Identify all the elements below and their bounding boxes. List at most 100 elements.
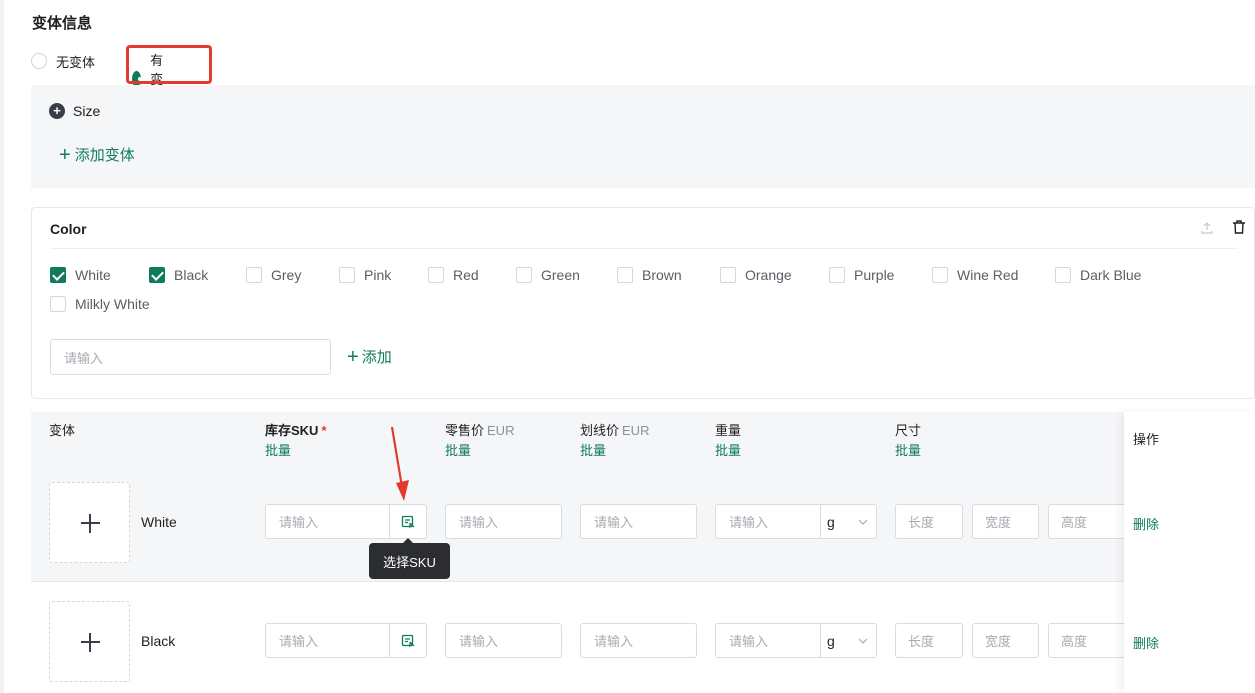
header-weight-text: 重量: [715, 423, 742, 438]
variant-name: White: [141, 514, 177, 530]
checkbox-label: Black: [174, 267, 209, 283]
table-row: White 请输入 请输入 请输入 请输入 g 长度 宽度 高度: [31, 462, 1255, 582]
batch-strike-button[interactable]: 批量: [580, 440, 606, 459]
checkbox-label: Brown: [642, 267, 682, 283]
sku-input-group: 请输入: [265, 504, 427, 539]
batch-weight-button[interactable]: 批量: [715, 440, 741, 459]
checkbox-label: Milkly White: [75, 296, 150, 312]
sku-input[interactable]: 请输入: [266, 624, 390, 657]
checkbox-wine-red[interactable]: Wine Red: [932, 267, 1018, 283]
header-sku-text: 库存SKU: [265, 423, 319, 438]
add-color-button[interactable]: + 添加: [347, 346, 392, 367]
table-row: Black 请输入 请输入 请输入 请输入 g 长度 宽度 高度: [31, 582, 1255, 693]
upload-image-button[interactable]: [49, 482, 130, 563]
currency-label: EUR: [487, 423, 515, 438]
upload-icon[interactable]: [1200, 221, 1214, 235]
weight-unit-select[interactable]: g: [821, 624, 876, 657]
weight-unit-value: g: [827, 632, 835, 649]
checkbox-box-checked: [149, 267, 165, 283]
color-group-name: Color: [50, 221, 87, 237]
left-edge-bar: [0, 0, 4, 693]
checkbox-red[interactable]: Red: [428, 267, 479, 283]
width-input[interactable]: 宽度: [972, 623, 1039, 658]
sku-input[interactable]: 请输入: [266, 505, 390, 538]
add-color-label: 添加: [361, 349, 392, 366]
section-title: 变体信息: [32, 15, 93, 32]
checkbox-label: White: [75, 267, 111, 283]
checkbox-box: [932, 267, 948, 283]
batch-sku-button[interactable]: 批量: [265, 440, 291, 459]
checkbox-white[interactable]: White: [50, 267, 111, 283]
checkbox-pink[interactable]: Pink: [339, 267, 391, 283]
checkbox-label: Orange: [745, 267, 792, 283]
upload-image-button[interactable]: [49, 601, 130, 682]
checkbox-box-checked: [50, 267, 66, 283]
select-sku-button[interactable]: [390, 624, 426, 657]
checkbox-milkly-white[interactable]: Milkly White: [50, 296, 150, 312]
length-input[interactable]: 长度: [895, 504, 963, 539]
checkbox-box: [1055, 267, 1071, 283]
radio-circle: [31, 53, 47, 69]
plus-icon: +: [347, 345, 359, 368]
header-size-text: 尺寸: [895, 423, 922, 438]
batch-size-button[interactable]: 批量: [895, 440, 921, 459]
checkbox-black[interactable]: Black: [149, 267, 208, 283]
retail-price-input[interactable]: 请输入: [445, 623, 562, 658]
checkbox-label: Pink: [364, 267, 392, 283]
checkbox-label: Dark Blue: [1080, 267, 1142, 283]
delete-row-button[interactable]: 删除: [1133, 514, 1159, 533]
variant-mode-radio-group: 无变体 有变体: [31, 50, 163, 106]
width-input[interactable]: 宽度: [972, 504, 1039, 539]
plus-icon: +: [59, 143, 71, 166]
radio-no-variant[interactable]: 无变体: [31, 52, 95, 71]
size-group-name: Size: [73, 103, 101, 119]
header-retail-price: 零售价 EUR: [445, 420, 514, 439]
checkbox-purple[interactable]: Purple: [829, 267, 894, 283]
length-input[interactable]: 长度: [895, 623, 963, 658]
size-variant-panel: + Size + 添加变体: [31, 85, 1255, 188]
plus-circle-icon[interactable]: +: [49, 103, 65, 119]
checkbox-label: Wine Red: [957, 267, 1019, 283]
chevron-down-icon: [858, 638, 868, 644]
weight-input-group: 请输入 g: [715, 504, 877, 539]
actions-column: 操作 删除 删除: [1124, 412, 1255, 693]
height-input[interactable]: 高度: [1048, 623, 1128, 658]
checkbox-label: Green: [541, 267, 580, 283]
size-group-header[interactable]: + Size: [49, 103, 100, 119]
checkbox-box: [428, 267, 444, 283]
weight-unit-value: g: [827, 513, 835, 530]
checkbox-brown[interactable]: Brown: [617, 267, 682, 283]
select-sku-button[interactable]: [390, 505, 426, 538]
delete-row-button[interactable]: 删除: [1133, 633, 1159, 652]
batch-retail-button[interactable]: 批量: [445, 440, 471, 459]
weight-input[interactable]: 请输入: [716, 624, 821, 657]
annotation-highlight-box: [126, 45, 212, 84]
select-sku-tooltip: 选择SKU: [369, 538, 450, 579]
checkbox-box: [617, 267, 633, 283]
header-strike-text: 划线价: [580, 423, 620, 438]
checkbox-dark-blue[interactable]: Dark Blue: [1055, 267, 1141, 283]
divider: [50, 248, 1238, 249]
header-size: 尺寸: [895, 420, 921, 439]
checkbox-orange[interactable]: Orange: [720, 267, 792, 283]
add-variant-button[interactable]: + 添加变体: [59, 144, 135, 165]
header-actions: 操作: [1133, 432, 1160, 447]
strike-price-input[interactable]: 请输入: [580, 623, 697, 658]
height-input[interactable]: 高度: [1048, 504, 1128, 539]
currency-label: EUR: [622, 423, 650, 438]
weight-input-group: 请输入 g: [715, 623, 877, 658]
trash-icon[interactable]: [1232, 219, 1246, 235]
checkbox-box: [339, 267, 355, 283]
retail-price-input[interactable]: 请输入: [445, 504, 562, 539]
checkbox-grey[interactable]: Grey: [246, 267, 301, 283]
header-weight: 重量: [715, 420, 741, 439]
color-variant-panel: Color White Black Grey Pink Red Green Br…: [31, 207, 1255, 399]
weight-unit-select[interactable]: g: [821, 505, 876, 538]
color-option-input[interactable]: 请输入: [50, 339, 331, 375]
strike-price-input[interactable]: 请输入: [580, 504, 697, 539]
weight-input[interactable]: 请输入: [716, 505, 821, 538]
checkbox-box: [720, 267, 736, 283]
chevron-down-icon: [858, 519, 868, 525]
header-sku: 库存SKU *: [265, 420, 327, 439]
checkbox-green[interactable]: Green: [516, 267, 580, 283]
